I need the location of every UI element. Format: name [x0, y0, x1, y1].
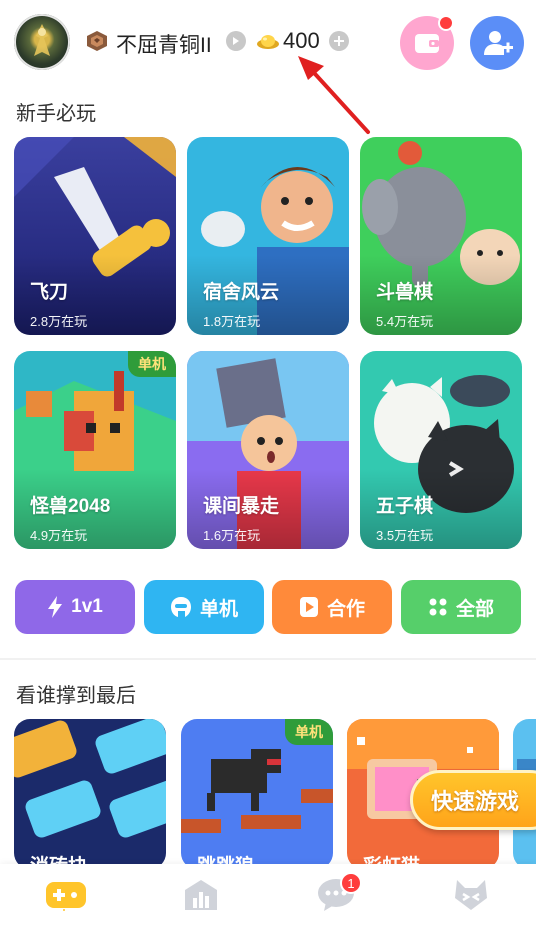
top-bar: 不屈青铜II 400	[0, 0, 536, 134]
game-card-brick-breaker[interactable]: 消砖块	[14, 719, 166, 869]
face-icon	[455, 880, 487, 910]
single-player-tag: 单机	[128, 351, 176, 377]
game-name: 怪兽2048	[30, 496, 111, 517]
rank-chevron-icon[interactable]	[226, 31, 246, 51]
player-count: 3.5万在玩	[376, 528, 434, 543]
add-user-icon	[484, 31, 513, 55]
player-count: 1.8万在玩	[203, 314, 261, 329]
game-card-animal-chess[interactable]: 斗兽棋 5.4万在玩	[360, 137, 522, 335]
category-all-button[interactable]: 全部	[401, 580, 521, 634]
single-player-tag: 单机	[285, 719, 333, 745]
category-label: 单机	[199, 598, 238, 620]
add-friend-button[interactable]	[470, 16, 524, 70]
wallet-notification-dot	[438, 15, 454, 31]
player-count: 4.9万在玩	[30, 528, 88, 543]
player-count: 2.8万在玩	[30, 314, 88, 329]
section-title-newbie: 新手必玩	[16, 103, 96, 125]
wallet-icon	[415, 34, 439, 53]
user-avatar[interactable]	[14, 14, 70, 70]
game-name: 斗兽棋	[376, 282, 434, 303]
category-label: 全部	[455, 598, 494, 620]
bottom-navigation: 1	[0, 864, 536, 925]
grid-icon	[429, 598, 447, 616]
game-name: 飞刀	[30, 282, 69, 303]
game-card-recess-rampage[interactable]: 课间暴走 1.6万在玩	[187, 351, 349, 549]
game-card-jumping-wolf[interactable]: 单机 跳跳狼	[181, 719, 333, 869]
play-icon	[299, 597, 318, 617]
category-solo-button[interactable]: 单机	[144, 580, 264, 634]
category-1v1-button[interactable]: 1v1	[15, 580, 135, 634]
chart-house-icon	[185, 880, 217, 910]
player-count: 5.4万在玩	[376, 314, 434, 329]
section-title-survival: 看谁撑到最后	[16, 685, 136, 707]
section-divider	[0, 658, 536, 660]
nav-ranking-tab[interactable]	[179, 876, 223, 916]
wallet-button[interactable]	[400, 15, 454, 70]
nav-games-tab[interactable]	[44, 876, 88, 916]
game-name: 宿舍风云	[203, 282, 280, 303]
helmet-icon	[170, 597, 191, 617]
annotation-arrow-icon	[298, 56, 370, 134]
avatar-figure-icon	[34, 24, 50, 56]
category-label: 1v1	[71, 596, 103, 617]
game-card-dorm-storm[interactable]: 宿舍风云 1.8万在玩	[187, 137, 349, 335]
message-count-badge: 1	[340, 872, 362, 894]
gamepad-icon	[46, 882, 86, 911]
nav-profile-tab[interactable]	[449, 876, 493, 916]
quick-game-button[interactable]: 快速游戏	[410, 770, 536, 830]
game-card-monster-2048[interactable]: 单机 怪兽2048 4.9万在玩	[14, 351, 176, 549]
category-coop-button[interactable]: 合作	[272, 580, 392, 634]
brick-breaker-art	[14, 719, 166, 869]
player-count: 1.6万在玩	[203, 528, 261, 543]
gold-ingot-icon	[257, 35, 279, 49]
game-name: 课间暴走	[203, 496, 280, 517]
add-coins-icon[interactable]	[329, 31, 349, 51]
lightning-icon	[48, 596, 63, 618]
category-label: 合作	[326, 598, 365, 620]
rank-label[interactable]: 不屈青铜II	[116, 29, 212, 59]
game-card-gomoku[interactable]: 五子棋 3.5万在玩	[360, 351, 522, 549]
nav-messages-tab[interactable]: 1	[314, 872, 362, 916]
game-card-flying-knife[interactable]: 飞刀 2.8万在玩	[14, 137, 176, 335]
bronze-rank-icon	[87, 31, 107, 51]
game-name: 五子棋	[376, 496, 434, 517]
